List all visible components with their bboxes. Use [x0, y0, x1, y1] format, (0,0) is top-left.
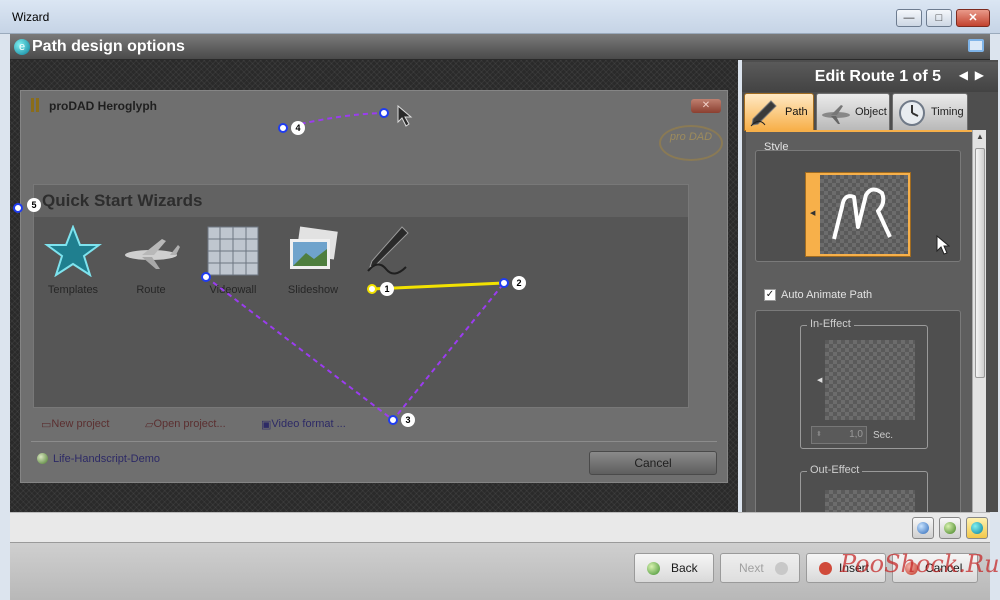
- tab-label: Object: [855, 106, 887, 118]
- tab-path[interactable]: Path: [744, 93, 814, 131]
- heroglyph-logo-icon: [31, 98, 43, 112]
- in-effect-thumbnail[interactable]: [825, 340, 915, 420]
- stepper-arrows-icon: ⬍: [816, 431, 822, 438]
- next-label: Next: [739, 561, 764, 575]
- window-titlebar: Wizard — □ ✕: [0, 0, 1000, 34]
- tab-bar: Path Object Timing: [742, 93, 998, 131]
- next-arrow-icon: [775, 562, 788, 575]
- quick-start-title: Quick Start Wizards: [42, 191, 203, 210]
- wizard-route: Route: [116, 225, 186, 296]
- new-project-label: New project: [51, 418, 110, 430]
- open-project-link: ▱ Open project...: [145, 418, 226, 431]
- demo-link: Life-Handscript-Demo: [37, 453, 160, 465]
- heroglyph-icon: e: [14, 39, 30, 55]
- wizard-templates: Templates: [38, 224, 108, 296]
- auto-animate-checkbox[interactable]: ✓: [764, 289, 776, 301]
- video-format-label: Video format ...: [271, 418, 346, 430]
- close-button[interactable]: ✕: [956, 9, 990, 27]
- pen-icon: [750, 100, 777, 127]
- tab-timing[interactable]: Timing: [892, 93, 968, 131]
- effects-group: In-Effect ◀ ⬍ 1,0 Sec. Out-Effect: [755, 310, 961, 531]
- airplane-icon: [125, 239, 180, 269]
- wizard-header: e Path design options: [10, 34, 990, 60]
- gear-icon: [944, 522, 956, 534]
- prodad-logo: pro DAD: [659, 125, 723, 161]
- in-effect-box: In-Effect ◀ ⬍ 1,0 Sec.: [800, 318, 928, 449]
- back-arrow-icon: [647, 562, 660, 575]
- preview-canvas[interactable]: proDAD Heroglyph ✕ pro DAD Quick Start W…: [10, 60, 738, 512]
- settings-button[interactable]: [939, 517, 961, 539]
- demo-link-label: Life-Handscript-Demo: [53, 453, 160, 465]
- new-project-link: ▭ New project: [41, 418, 110, 431]
- scroll-up-icon[interactable]: ▲: [973, 130, 987, 144]
- clock-icon: [899, 100, 925, 126]
- style-thumbnail[interactable]: ◀: [805, 172, 911, 257]
- page-title: Path design options: [32, 38, 185, 55]
- tool-strip: [10, 512, 990, 542]
- in-effect-label: In-Effect: [807, 318, 854, 330]
- globe-button[interactable]: [912, 517, 934, 539]
- heroglyph-button[interactable]: [966, 517, 988, 539]
- in-effect-value: 1,0: [849, 429, 863, 440]
- video-format-link: ▣ Video format ...: [261, 418, 346, 431]
- minimize-button[interactable]: —: [896, 9, 922, 27]
- edit-route-title: Edit Route 1 of 5: [814, 68, 941, 85]
- tab-object[interactable]: Object: [816, 93, 890, 131]
- next-route-button[interactable]: ▶: [975, 68, 984, 82]
- next-button[interactable]: Next: [720, 553, 800, 583]
- wizard-label: Route: [136, 284, 166, 296]
- route-panel: Edit Route 1 of 5 ◀ ▶ Path Object Timing…: [742, 60, 998, 531]
- grid-icon: [207, 226, 259, 276]
- monitor-icon[interactable]: [968, 39, 984, 52]
- pen-icon: [367, 226, 409, 275]
- open-project-label: Open project...: [153, 418, 226, 430]
- in-effect-unit: Sec.: [873, 430, 894, 441]
- wizard-label: Templates: [47, 284, 99, 296]
- edit-route-header: Edit Route 1 of 5 ◀ ▶: [742, 62, 998, 92]
- prev-route-button[interactable]: ◀: [959, 68, 968, 82]
- globe-icon: [37, 453, 48, 464]
- wizard-slideshow: Slideshow: [278, 225, 348, 296]
- style-group: ◀: [755, 150, 961, 262]
- wizard-handscript: [352, 225, 422, 284]
- globe-icon: [917, 522, 929, 534]
- panel-scrollbar[interactable]: ▲: [972, 130, 986, 512]
- airplane-icon: [822, 105, 850, 124]
- wizard-videowall: Videowall: [198, 225, 268, 296]
- auto-animate-label: Auto Animate Path: [781, 289, 873, 301]
- back-button[interactable]: Back: [634, 553, 714, 583]
- wizard-label: Videowall: [209, 284, 257, 296]
- path-settings: Style ◀ ✓ Auto Animate Path In-Effect ◀ …: [746, 130, 972, 531]
- heroglyph-icon: [971, 522, 983, 534]
- quick-start-section: Quick Start Wizards Templates Route Vide…: [33, 184, 689, 408]
- insert-icon: [819, 562, 832, 575]
- inner-window-preview: proDAD Heroglyph ✕ pro DAD Quick Start W…: [20, 90, 728, 483]
- in-effect-prev-icon: ◀: [817, 377, 823, 384]
- wizard-label: Slideshow: [287, 284, 339, 296]
- cursor-icon: [936, 235, 950, 255]
- star-icon: [43, 224, 103, 278]
- back-label: Back: [671, 561, 698, 575]
- style-prev-icon: ◀: [810, 210, 816, 217]
- handscript-path-icon: [832, 187, 892, 240]
- out-effect-label: Out-Effect: [807, 464, 863, 476]
- inner-window-title: proDAD Heroglyph: [49, 99, 157, 113]
- maximize-button[interactable]: □: [926, 9, 952, 27]
- tab-label: Timing: [931, 106, 964, 118]
- inner-cancel-button: Cancel: [589, 451, 717, 475]
- in-effect-duration[interactable]: ⬍ 1,0: [811, 426, 867, 444]
- scrollbar-thumb[interactable]: [975, 148, 985, 378]
- watermark: PooShock.Ru: [840, 550, 1000, 578]
- inner-close-icon: ✕: [691, 99, 721, 113]
- photos-icon: [290, 226, 338, 269]
- tab-label: Path: [785, 106, 808, 118]
- divider: [31, 441, 717, 442]
- window-title: Wizard: [12, 10, 50, 24]
